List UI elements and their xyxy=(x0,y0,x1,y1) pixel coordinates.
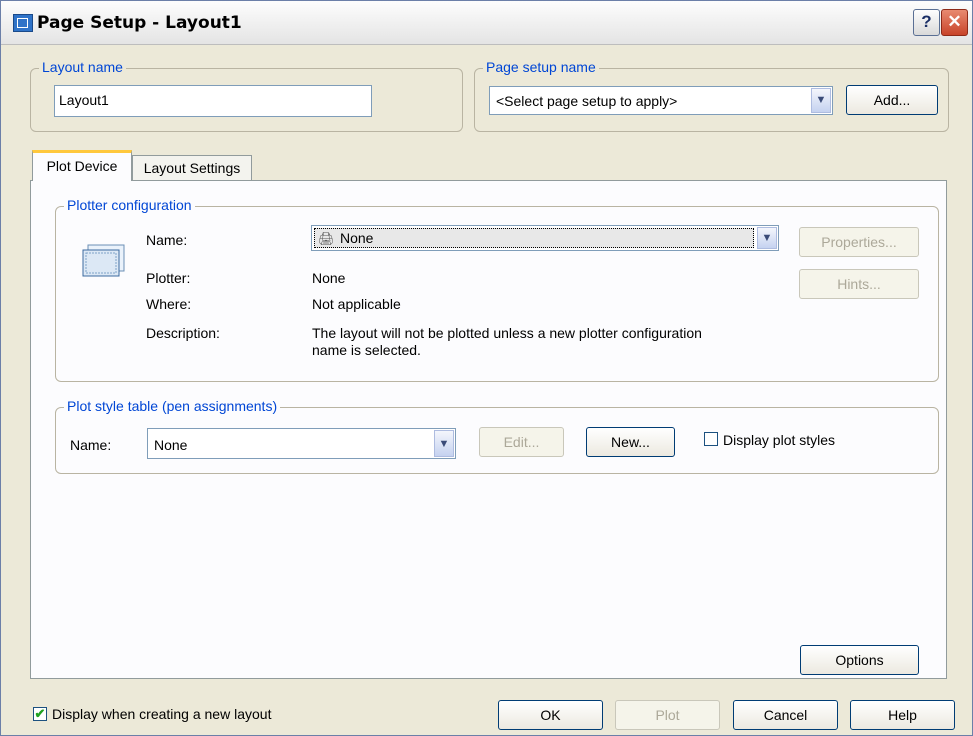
display-when-creating-checkbox[interactable]: ✔ xyxy=(33,707,47,721)
hints-button[interactable]: Hints... xyxy=(799,269,919,299)
new-button[interactable]: New... xyxy=(586,427,675,457)
description-label: Description: xyxy=(146,325,220,341)
display-plot-styles-checkbox[interactable] xyxy=(704,432,718,446)
display-plot-styles-label: Display plot styles xyxy=(723,432,836,448)
chevron-down-icon[interactable]: ▼ xyxy=(434,430,454,457)
plotter-label: Plotter: xyxy=(146,270,191,286)
where-label: Where: xyxy=(146,296,192,312)
tab-layout-settings[interactable]: Layout Settings xyxy=(132,155,252,181)
description-line-2: name is selected. xyxy=(312,342,421,358)
layout-name-group-label: Layout name xyxy=(39,59,126,75)
help-icon[interactable]: ? xyxy=(913,9,940,36)
where-value: Not applicable xyxy=(312,296,401,312)
plot-button[interactable]: Plot xyxy=(615,700,720,730)
cancel-button[interactable]: Cancel xyxy=(733,700,838,730)
help-button[interactable]: Help xyxy=(850,700,955,730)
plot-style-table-group-label: Plot style table (pen assignments) xyxy=(64,398,281,414)
plotter-name-selected-value: None xyxy=(340,230,374,246)
tab-plot-device[interactable]: Plot Device xyxy=(32,150,132,181)
printer-icon: 🖨 xyxy=(318,231,335,246)
plot-style-select[interactable]: None ▼ xyxy=(147,428,456,459)
display-when-creating-label: Display when creating a new layout xyxy=(52,706,272,722)
page-setup-name-group-label: Page setup name xyxy=(483,59,599,75)
plot-style-selected-value: None xyxy=(154,437,188,453)
description-line-1: The layout will not be plotted unless a … xyxy=(312,325,702,341)
dialog-title: Page Setup - Layout1 xyxy=(37,13,242,33)
ok-button[interactable]: OK xyxy=(498,700,603,730)
chevron-down-icon[interactable]: ▼ xyxy=(757,227,777,249)
plotter-name-label: Name: xyxy=(146,232,188,248)
options-button[interactable]: Options xyxy=(800,645,919,675)
plotter-icon xyxy=(82,243,126,277)
layout-name-input[interactable]: Layout1 xyxy=(54,85,372,117)
chevron-down-icon[interactable]: ▼ xyxy=(811,88,831,113)
edit-button[interactable]: Edit... xyxy=(479,427,564,457)
plotter-selection-highlight xyxy=(314,228,754,248)
plotter-value: None xyxy=(312,270,346,286)
page-setup-icon xyxy=(13,14,33,32)
properties-button[interactable]: Properties... xyxy=(799,227,919,257)
add-button[interactable]: Add... xyxy=(846,85,938,115)
title-bar[interactable]: Page Setup - Layout1 ? ✕ xyxy=(1,1,972,45)
plot-style-name-label: Name: xyxy=(70,437,112,453)
plotter-configuration-group-label: Plotter configuration xyxy=(64,197,195,213)
page-setup-select[interactable]: <Select page setup to apply> ▼ xyxy=(489,86,833,115)
close-icon[interactable]: ✕ xyxy=(941,9,968,36)
plotter-name-select[interactable]: 🖨 None ▼ xyxy=(311,225,779,251)
page-setup-selected-value: <Select page setup to apply> xyxy=(496,93,678,109)
